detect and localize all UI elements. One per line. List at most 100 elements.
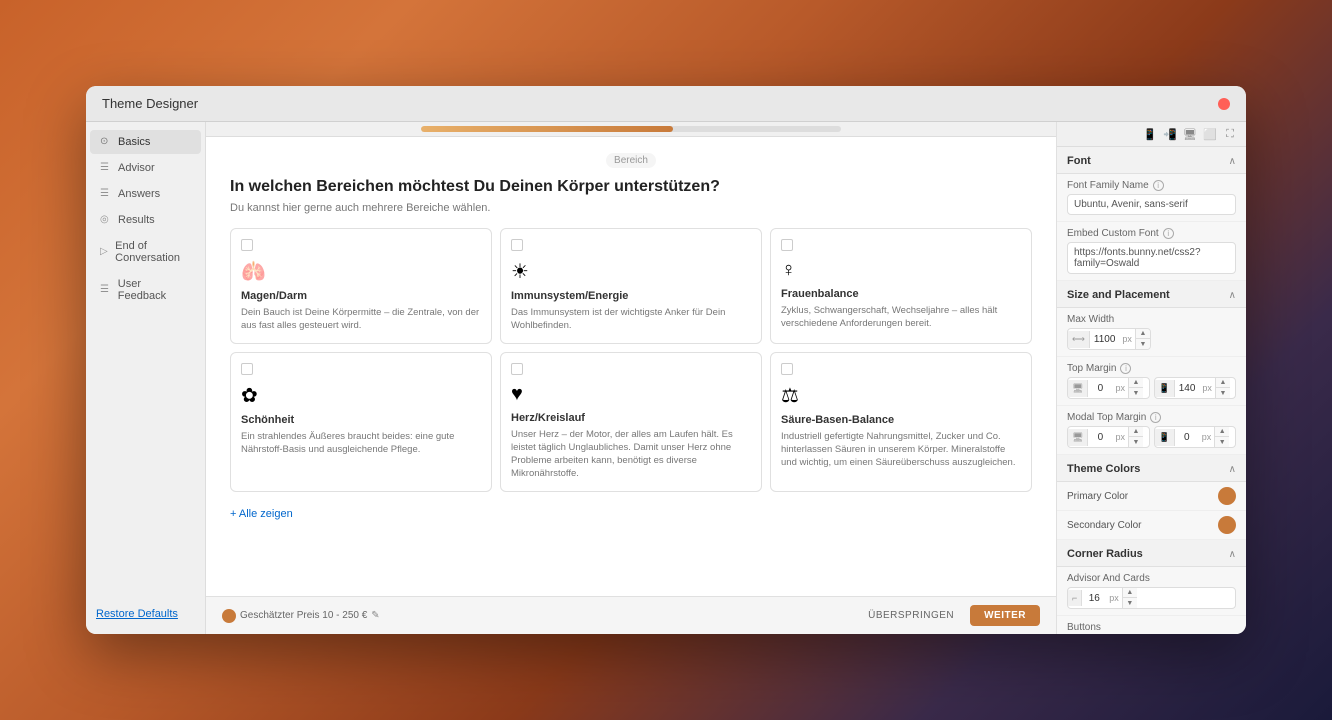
next-button[interactable]: WEITER xyxy=(970,605,1040,626)
sidebar-item-end-of-conversation[interactable]: ▷ End of Conversation xyxy=(90,234,201,270)
corner-radius-chevron[interactable]: ∧ xyxy=(1229,549,1236,560)
card-desc-3: Zyklus, Schwangerschaft, Wechseljahre – … xyxy=(781,304,1021,331)
card-icon-2: ☀ xyxy=(511,259,751,284)
mm-down[interactable]: ▼ xyxy=(1215,437,1229,447)
max-width-up[interactable]: ▲ xyxy=(1136,329,1150,339)
answers-icon: ☰ xyxy=(100,188,112,200)
top-margin-desktop-value[interactable]: 0 xyxy=(1088,380,1112,397)
sidebar-label-advisor: Advisor xyxy=(118,162,155,174)
mm-up[interactable]: ▲ xyxy=(1215,427,1229,437)
modal-desktop-unit: px xyxy=(1112,429,1128,445)
card-desc-6: Industriell gefertigte Nahrungsmittel, Z… xyxy=(781,430,1021,470)
titlebar: Theme Designer xyxy=(86,86,1246,122)
modal-mobile-value[interactable]: 0 xyxy=(1175,429,1199,446)
modal-desktop-stepper[interactable]: ▲ ▼ xyxy=(1128,427,1143,447)
window-title: Theme Designer xyxy=(102,96,1218,111)
mobile-top-margin-icon: 📱 xyxy=(1155,380,1175,397)
card-desc-4: Ein strahlendes Äußeres braucht beides: … xyxy=(241,430,481,457)
restore-defaults-link[interactable]: Restore Defaults xyxy=(86,602,205,626)
show-all-link[interactable]: + Alle zeigen xyxy=(230,508,293,520)
ac-down[interactable]: ▼ xyxy=(1123,598,1137,608)
card-icon-5: ♥ xyxy=(511,383,751,406)
modal-desktop-value[interactable]: 0 xyxy=(1088,429,1112,446)
font-section-title: Font xyxy=(1067,155,1091,167)
td-down[interactable]: ▼ xyxy=(1129,388,1143,398)
card-checkbox-6[interactable] xyxy=(781,363,793,375)
card-title-2: Immunsystem/Energie xyxy=(511,290,751,302)
tablet-icon[interactable]: 📲 xyxy=(1162,126,1178,142)
modal-info-icon[interactable]: i xyxy=(1150,412,1161,423)
advisor-cards-value[interactable]: 16 xyxy=(1082,590,1106,607)
font-chevron[interactable]: ∧ xyxy=(1229,156,1236,167)
sidebar-label-uf: User Feedback xyxy=(118,278,191,302)
edit-icon[interactable]: ✎ xyxy=(371,610,379,621)
main-preview: Bereich In welchen Bereichen möchtest Du… xyxy=(206,122,1056,634)
sidebar-item-user-feedback[interactable]: ☰ User Feedback xyxy=(90,272,201,308)
tm-up[interactable]: ▲ xyxy=(1216,378,1230,388)
embed-font-input[interactable]: https://fonts.bunny.net/css2?family=Oswa… xyxy=(1067,242,1236,274)
window-icon[interactable]: ⬜ xyxy=(1202,126,1218,142)
card-title-5: Herz/Kreislauf xyxy=(511,412,751,424)
modal-mobile-stepper[interactable]: ▲ ▼ xyxy=(1214,427,1229,447)
top-margin-desktop-stepper[interactable]: ▲ ▼ xyxy=(1128,378,1143,398)
md-down[interactable]: ▼ xyxy=(1129,437,1143,447)
max-width-stepper[interactable]: ▲ ▼ xyxy=(1135,329,1150,349)
fullscreen-icon[interactable]: ⛶ xyxy=(1222,126,1238,142)
card-immunsystem[interactable]: ☀ Immunsystem/Energie Das Immunsystem is… xyxy=(500,228,762,344)
primary-color-swatch[interactable] xyxy=(1218,487,1236,505)
top-margin-mobile-stepper[interactable]: ▲ ▼ xyxy=(1215,378,1230,398)
card-checkbox-1[interactable] xyxy=(241,239,253,251)
card-frauenbalance[interactable]: ♀ Frauenbalance Zyklus, Schwangerschaft,… xyxy=(770,228,1032,344)
card-title-3: Frauenbalance xyxy=(781,288,1021,300)
price-text: Geschätzter Preis 10 - 250 € xyxy=(240,610,367,621)
top-margin-mobile-group: 📱 140 px ▲ ▼ xyxy=(1154,377,1237,399)
card-checkbox-4[interactable] xyxy=(241,363,253,375)
top-margin-info-icon[interactable]: i xyxy=(1120,363,1131,374)
card-schonheit[interactable]: ✿ Schönheit Ein strahlendes Äußeres brau… xyxy=(230,352,492,492)
colors-section-header: Theme Colors ∧ xyxy=(1057,455,1246,482)
secondary-color-swatch[interactable] xyxy=(1218,516,1236,534)
app-window: Theme Designer ⊙ Basics ☰ Advisor ☰ Answ… xyxy=(86,86,1246,634)
advisor-icon: ☰ xyxy=(100,162,112,174)
sidebar-item-answers[interactable]: ☰ Answers xyxy=(90,182,201,206)
card-checkbox-5[interactable] xyxy=(511,363,523,375)
preview-question: In welchen Bereichen möchtest Du Deinen … xyxy=(230,178,1032,196)
font-family-input[interactable]: Ubuntu, Avenir, sans-serif xyxy=(1067,194,1236,215)
sidebar-item-advisor[interactable]: ☰ Advisor xyxy=(90,156,201,180)
embed-font-value: https://fonts.bunny.net/css2?family=Oswa… xyxy=(1074,247,1229,269)
card-checkbox-3[interactable] xyxy=(781,239,793,251)
colors-chevron[interactable]: ∧ xyxy=(1229,464,1236,475)
close-button[interactable] xyxy=(1218,98,1230,110)
sidebar-item-basics[interactable]: ⊙ Basics xyxy=(90,130,201,154)
mobile-icon[interactable]: 📱 xyxy=(1142,126,1158,142)
md-up[interactable]: ▲ xyxy=(1129,427,1143,437)
buttons-radius-label: Buttons xyxy=(1067,622,1236,633)
size-section-title: Size and Placement xyxy=(1067,289,1170,301)
advisor-cards-label: Advisor And Cards xyxy=(1067,573,1236,584)
embed-info-icon[interactable]: i xyxy=(1163,228,1174,239)
corner-radius-section-title: Corner Radius xyxy=(1067,548,1143,560)
desktop-icon[interactable]: 🖥 xyxy=(1182,126,1198,142)
ac-up[interactable]: ▲ xyxy=(1123,588,1137,598)
advisor-cards-row: Advisor And Cards ⌐ 16 px ▲ ▼ xyxy=(1057,567,1246,616)
card-herz-kreislauf[interactable]: ♥ Herz/Kreislauf Unser Herz – der Motor,… xyxy=(500,352,762,492)
modal-top-margin-row: Modal Top Margin i 🖥 0 px ▲ ▼ 📱 xyxy=(1057,406,1246,455)
sidebar-item-results[interactable]: ◎ Results xyxy=(90,208,201,232)
size-chevron[interactable]: ∧ xyxy=(1229,290,1236,301)
max-width-value[interactable]: 1100 xyxy=(1090,331,1120,348)
font-info-icon[interactable]: i xyxy=(1153,180,1164,191)
td-up[interactable]: ▲ xyxy=(1129,378,1143,388)
advisor-cards-stepper[interactable]: ▲ ▼ xyxy=(1122,588,1137,608)
size-section-header: Size and Placement ∧ xyxy=(1057,281,1246,308)
card-saure-basen[interactable]: ⚖ Säure-Basen-Balance Industriell gefert… xyxy=(770,352,1032,492)
skip-button[interactable]: ÜBERSPRINGEN xyxy=(860,606,962,625)
basics-icon: ⊙ xyxy=(100,136,112,148)
card-icon-4: ✿ xyxy=(241,383,481,408)
max-width-down[interactable]: ▼ xyxy=(1136,339,1150,349)
top-margin-mobile-value[interactable]: 140 xyxy=(1175,380,1200,397)
card-magen-darm[interactable]: 🫁 Magen/Darm Dein Bauch ist Deine Körper… xyxy=(230,228,492,344)
cards-grid: 🫁 Magen/Darm Dein Bauch ist Deine Körper… xyxy=(230,228,1032,492)
tm-down[interactable]: ▼ xyxy=(1216,388,1230,398)
card-checkbox-2[interactable] xyxy=(511,239,523,251)
secondary-color-label: Secondary Color xyxy=(1067,520,1141,531)
